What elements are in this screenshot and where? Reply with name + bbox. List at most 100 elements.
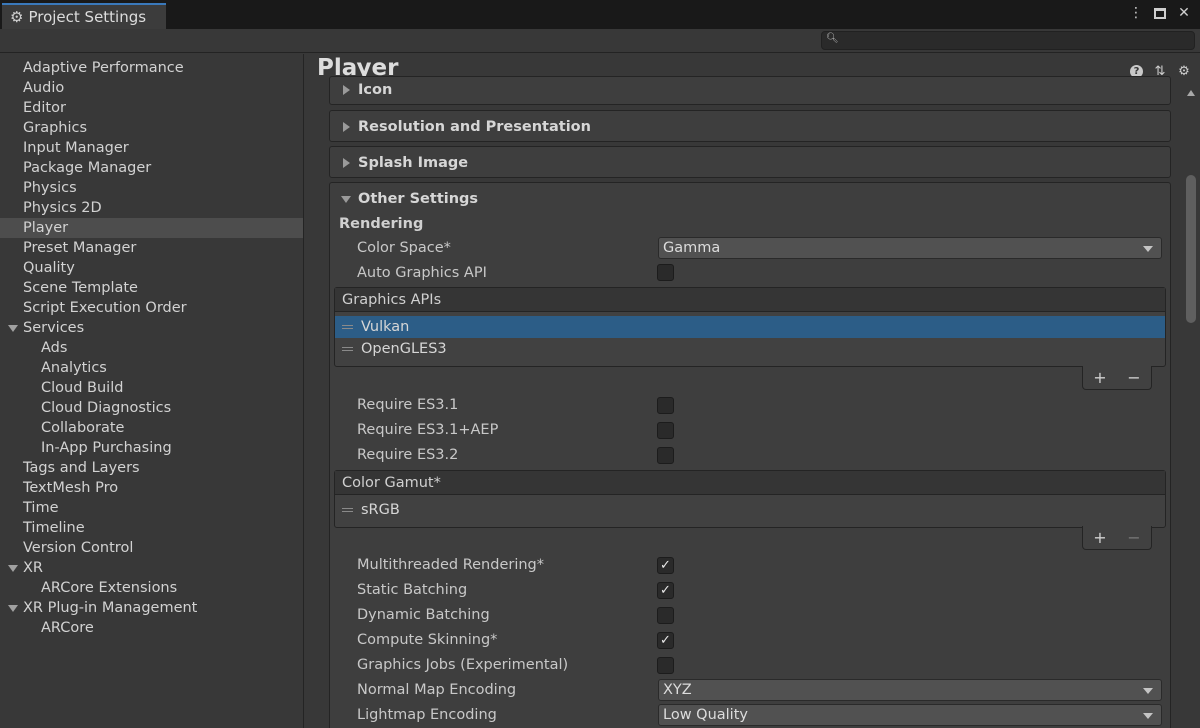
sidebar-item-ads[interactable]: Ads (0, 338, 303, 358)
foldout-title: Resolution and Presentation (358, 119, 591, 135)
sidebar-item-physics[interactable]: Physics (0, 178, 303, 198)
foldout-arrow-icon[interactable] (8, 605, 18, 612)
foldout-arrow-icon[interactable] (8, 325, 18, 332)
scroll-thumb[interactable] (1186, 175, 1196, 323)
list-item-opengles3[interactable]: OpenGLES3 (335, 338, 1165, 360)
scroll-up-arrow-icon[interactable] (1187, 90, 1195, 96)
collapse-arrow-icon (341, 196, 351, 203)
search-icon: 🔍︎ (826, 33, 839, 44)
sidebar-item-xr-plugin-management[interactable]: XR Plug-in Management (0, 598, 303, 618)
project-settings-tab[interactable]: ⚙ Project Settings (2, 3, 166, 29)
lightmap-encoding-label: Lightmap Encoding (357, 707, 497, 723)
foldout-title: Splash Image (358, 155, 469, 171)
list-item-label: OpenGLES3 (361, 341, 447, 357)
normal-map-encoding-dropdown[interactable]: XYZ (658, 679, 1162, 701)
remove-gamut-button[interactable]: − (1127, 528, 1140, 547)
auto-graphics-api-label: Auto Graphics API (357, 265, 487, 281)
settings-sidebar: Adaptive Performance Audio Editor Graphi… (0, 54, 304, 728)
sidebar-item-physics-2d[interactable]: Physics 2D (0, 198, 303, 218)
compute-skinning-checkbox[interactable]: ✓ (657, 632, 674, 649)
auto-graphics-api-checkbox[interactable] (657, 264, 674, 281)
sidebar-item-cloud-build[interactable]: Cloud Build (0, 378, 303, 398)
sidebar-item-xr[interactable]: XR (0, 558, 303, 578)
settings-gear-icon[interactable]: ⚙ (1177, 64, 1191, 79)
foldout-icon[interactable]: Icon (329, 76, 1171, 105)
sidebar-item-audio[interactable]: Audio (0, 78, 303, 98)
foldout-title: Other Settings (358, 191, 479, 207)
drag-handle-icon[interactable] (342, 347, 353, 351)
sidebar-item-arcore[interactable]: ARCore (0, 618, 303, 638)
sidebar-item-arcore-extensions[interactable]: ARCore Extensions (0, 578, 303, 598)
require-es31-checkbox[interactable] (657, 397, 674, 414)
sidebar-item-input-manager[interactable]: Input Manager (0, 138, 303, 158)
require-es31-label: Require ES3.1 (357, 397, 459, 413)
color-gamut-list: Color Gamut* sRGB (334, 470, 1166, 528)
dynamic-batching-checkbox[interactable] (657, 607, 674, 624)
graphics-apis-list: Graphics APIs Vulkan OpenGLES3 (334, 287, 1166, 367)
close-icon[interactable]: ✕ (1176, 5, 1192, 21)
sidebar-item-editor[interactable]: Editor (0, 98, 303, 118)
dropdown-arrow-icon (1143, 246, 1153, 252)
search-toolbar (0, 29, 1200, 53)
foldout-splash-image[interactable]: Splash Image (329, 146, 1171, 178)
normal-map-encoding-label: Normal Map Encoding (357, 682, 517, 698)
sidebar-item-collaborate[interactable]: Collaborate (0, 418, 303, 438)
color-space-dropdown[interactable]: Gamma (658, 237, 1162, 259)
kebab-menu-icon[interactable]: ⋮ (1128, 5, 1144, 21)
list-item-vulkan[interactable]: Vulkan (335, 316, 1165, 338)
sidebar-item-timeline[interactable]: Timeline (0, 518, 303, 538)
drag-handle-icon[interactable] (342, 325, 353, 329)
color-gamut-footer: + − (1082, 526, 1152, 550)
require-es32-checkbox[interactable] (657, 447, 674, 464)
sidebar-item-script-execution-order[interactable]: Script Execution Order (0, 298, 303, 318)
add-gamut-button[interactable]: + (1093, 528, 1106, 547)
sidebar-item-scene-template[interactable]: Scene Template (0, 278, 303, 298)
sidebar-item-cloud-diagnostics[interactable]: Cloud Diagnostics (0, 398, 303, 418)
graphics-jobs-label: Graphics Jobs (Experimental) (357, 657, 569, 673)
sidebar-item-in-app-purchasing[interactable]: In-App Purchasing (0, 438, 303, 458)
gear-icon: ⚙ (10, 8, 24, 26)
sidebar-item-graphics[interactable]: Graphics (0, 118, 303, 138)
sidebar-item-services[interactable]: Services (0, 318, 303, 338)
search-input[interactable] (821, 31, 1195, 50)
foldout-header-other-settings[interactable]: Other Settings (330, 183, 1170, 215)
expand-arrow-icon (343, 158, 350, 168)
window-controls: ⋮ ✕ (1128, 5, 1192, 21)
dropdown-value: Low Quality (663, 707, 748, 723)
static-batching-checkbox[interactable]: ✓ (657, 582, 674, 599)
maximize-icon[interactable] (1154, 7, 1166, 19)
sidebar-item-adaptive-performance[interactable]: Adaptive Performance (0, 58, 303, 78)
remove-api-button[interactable]: − (1127, 368, 1140, 387)
sidebar-item-textmesh-pro[interactable]: TextMesh Pro (0, 478, 303, 498)
lightmap-encoding-dropdown[interactable]: Low Quality (658, 704, 1162, 726)
tab-title: Project Settings (28, 8, 147, 26)
foldout-header: Icon (330, 74, 1170, 106)
player-settings-panel: Player ? ⇅ ⚙ Icon Resolution and Present… (305, 54, 1200, 728)
vertical-scrollbar[interactable] (1183, 86, 1199, 728)
sidebar-item-time[interactable]: Time (0, 498, 303, 518)
dropdown-value: XYZ (663, 682, 692, 698)
sidebar-item-preset-manager[interactable]: Preset Manager (0, 238, 303, 258)
require-es31-aep-label: Require ES3.1+AEP (357, 422, 499, 438)
foldout-resolution-presentation[interactable]: Resolution and Presentation (329, 110, 1171, 142)
expand-arrow-icon (343, 85, 350, 95)
foldout-arrow-icon[interactable] (8, 565, 18, 572)
list-item-srgb[interactable]: sRGB (335, 499, 1165, 521)
drag-handle-icon[interactable] (342, 508, 353, 512)
sidebar-item-version-control[interactable]: Version Control (0, 538, 303, 558)
graphics-apis-header: Graphics APIs (335, 288, 1165, 312)
list-item-label: sRGB (361, 502, 400, 518)
sidebar-item-analytics[interactable]: Analytics (0, 358, 303, 378)
multithreaded-rendering-label: Multithreaded Rendering* (357, 557, 544, 573)
sidebar-item-quality[interactable]: Quality (0, 258, 303, 278)
require-es31-aep-checkbox[interactable] (657, 422, 674, 439)
sidebar-item-tags-and-layers[interactable]: Tags and Layers (0, 458, 303, 478)
sidebar-item-package-manager[interactable]: Package Manager (0, 158, 303, 178)
add-api-button[interactable]: + (1093, 368, 1106, 387)
color-gamut-header: Color Gamut* (335, 471, 1165, 495)
graphics-jobs-checkbox[interactable] (657, 657, 674, 674)
dynamic-batching-label: Dynamic Batching (357, 607, 490, 623)
sidebar-item-player[interactable]: Player (0, 218, 303, 238)
color-space-label: Color Space* (357, 240, 451, 256)
multithreaded-rendering-checkbox[interactable]: ✓ (657, 557, 674, 574)
